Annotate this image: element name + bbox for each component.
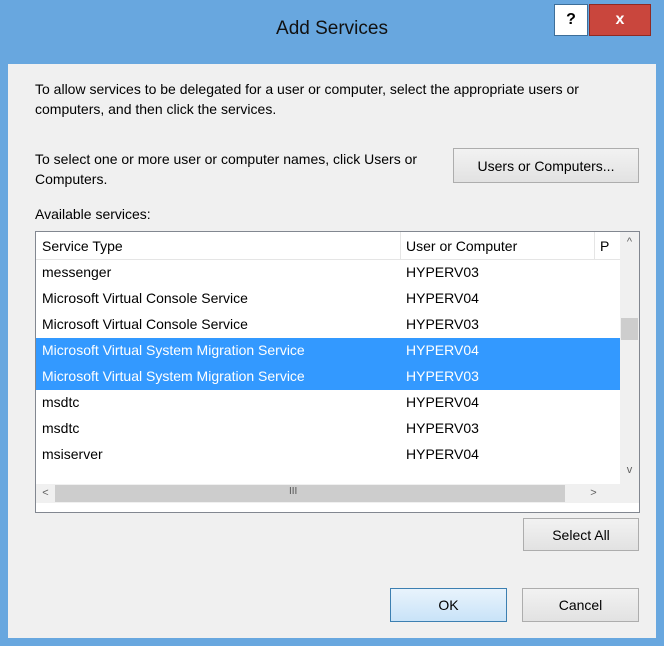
horizontal-scrollbar[interactable]: < III > <box>36 484 620 503</box>
list-item[interactable]: msdtc HYPERV04 <box>36 390 620 416</box>
service-type-cell: msiserver <box>42 446 103 462</box>
dialog-body: To allow services to be delegated for a … <box>8 64 656 638</box>
help-icon: ? <box>566 11 576 28</box>
service-type-cell: msdtc <box>42 420 80 436</box>
list-rows: messenger HYPERV03 Microsoft Virtual Conso… <box>36 260 620 468</box>
cancel-label: Cancel <box>558 597 603 613</box>
help-button[interactable]: ? <box>554 4 588 36</box>
intro-text: To allow services to be delegated for a … <box>35 81 579 117</box>
list-item[interactable]: Microsoft Virtual System Migration Servi… <box>36 364 620 390</box>
service-type-cell: Microsoft Virtual System Migration Servi… <box>42 368 305 384</box>
select-instructions: To select one or more user or computer n… <box>35 151 418 187</box>
scrollbar-corner <box>620 484 639 503</box>
user-or-computer-cell: HYPERV04 <box>406 446 479 462</box>
scroll-up-icon[interactable]: ^ <box>621 234 638 251</box>
services-list[interactable]: Service Type User or Computer P messenge… <box>35 231 640 513</box>
grip-icon: III <box>289 486 298 497</box>
scroll-left-icon[interactable]: < <box>37 485 54 502</box>
column-header-service-type[interactable]: Service Type <box>42 238 397 254</box>
list-item[interactable]: msdtc HYPERV03 <box>36 416 620 442</box>
list-item[interactable]: Microsoft Virtual System Migration Servi… <box>36 338 620 364</box>
column-header-truncated[interactable]: P <box>600 238 614 254</box>
column-divider[interactable] <box>400 232 401 259</box>
user-or-computer-cell: HYPERV04 <box>406 290 479 306</box>
ok-label: OK <box>438 597 459 613</box>
select-all-button[interactable]: Select All <box>523 518 639 551</box>
user-or-computer-cell: HYPERV03 <box>406 420 479 436</box>
scroll-down-icon[interactable]: v <box>621 462 638 479</box>
service-type-cell: Microsoft Virtual Console Service <box>42 316 248 332</box>
column-divider[interactable] <box>594 232 595 259</box>
user-or-computer-cell: HYPERV03 <box>406 368 479 384</box>
cancel-button[interactable]: Cancel <box>522 588 639 622</box>
list-header: Service Type User or Computer P <box>36 232 620 260</box>
service-type-cell: messenger <box>42 264 112 280</box>
close-button[interactable]: x <box>589 4 651 36</box>
select-all-label: Select All <box>552 526 610 543</box>
user-or-computer-cell: HYPERV03 <box>406 316 479 332</box>
add-services-dialog: Add Services ? x To allow services to be… <box>0 0 664 646</box>
column-header-user-or-computer[interactable]: User or Computer <box>406 238 591 254</box>
horizontal-scroll-thumb[interactable]: III <box>55 485 565 502</box>
users-or-computers-button[interactable]: Users or Computers... <box>453 148 639 183</box>
user-or-computer-cell: HYPERV04 <box>406 394 479 410</box>
ok-button[interactable]: OK <box>390 588 507 622</box>
vertical-scrollbar[interactable]: ^ v <box>620 232 639 484</box>
scroll-right-icon[interactable]: > <box>585 485 602 502</box>
service-type-cell: Microsoft Virtual Console Service <box>42 290 248 306</box>
user-or-computer-cell: HYPERV03 <box>406 264 479 280</box>
list-item[interactable]: Microsoft Virtual Console Service HYPERV0… <box>36 312 620 338</box>
list-item[interactable]: messenger HYPERV03 <box>36 260 620 286</box>
list-item[interactable]: msiserver HYPERV04 <box>36 442 620 468</box>
close-icon: x <box>615 11 625 28</box>
title-bar[interactable]: Add Services ? x <box>0 0 664 64</box>
service-type-cell: msdtc <box>42 394 80 410</box>
user-or-computer-cell: HYPERV04 <box>406 342 479 358</box>
service-type-cell: Microsoft Virtual System Migration Servi… <box>42 342 305 358</box>
list-item[interactable]: Microsoft Virtual Console Service HYPERV0… <box>36 286 620 312</box>
available-services-label: Available services: <box>35 206 151 222</box>
vertical-scroll-thumb[interactable] <box>621 318 638 340</box>
users-or-computers-label: Users or Computers... <box>477 157 615 174</box>
